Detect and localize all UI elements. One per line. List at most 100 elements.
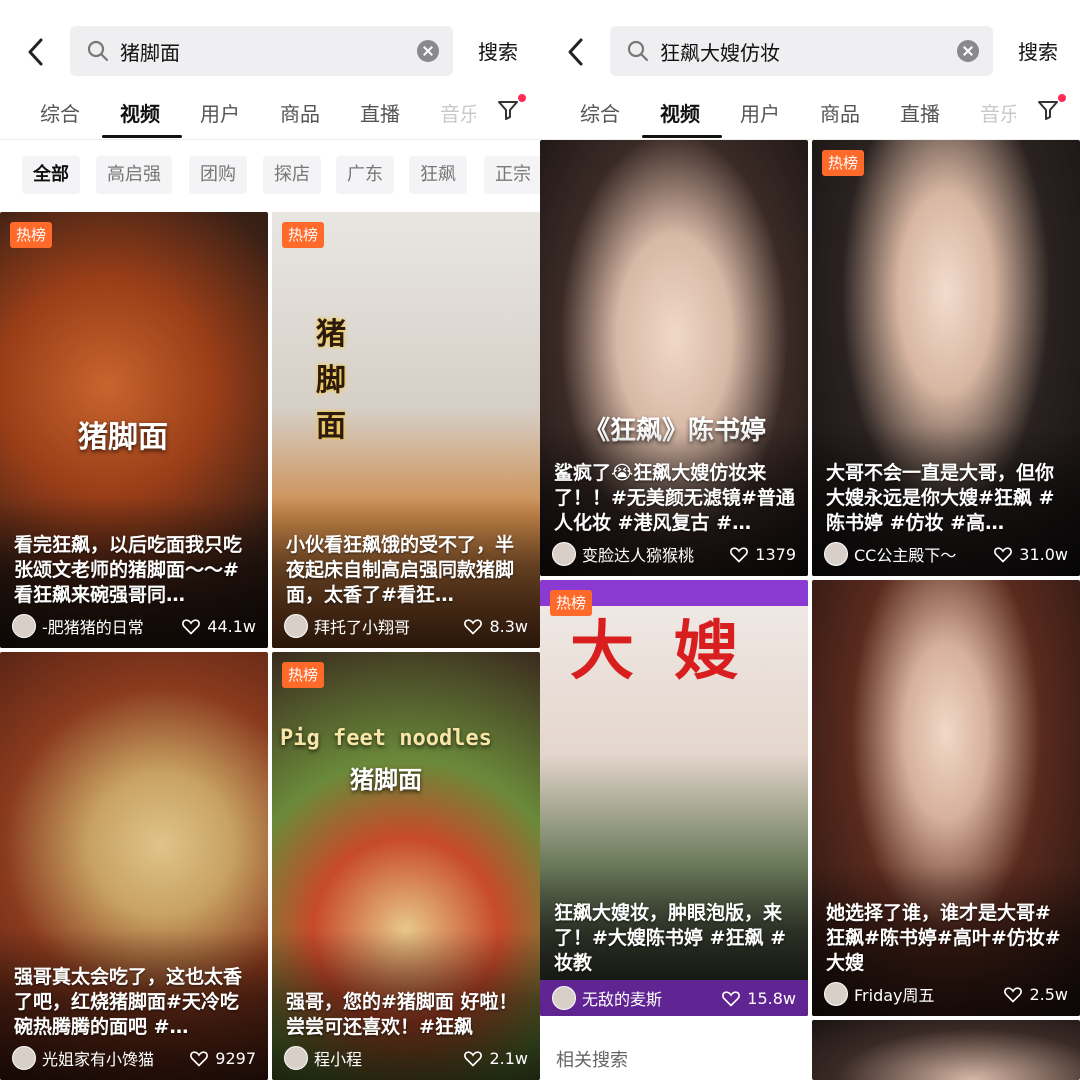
like-count: 15.8w xyxy=(747,988,796,1008)
like-count: 2.1w xyxy=(489,1048,528,1068)
video-caption: 她选择了谁，谁才是大哥#狂飙#陈书婷#高叶#仿妆#大嫂 xyxy=(826,902,1061,974)
chip-guangdong[interactable]: 广东 xyxy=(336,156,394,194)
author-name[interactable]: 无敌的麦斯 xyxy=(582,986,721,1010)
video-meta: 无敌的麦斯 15.8w xyxy=(540,980,808,1016)
like-count: 44.1w xyxy=(207,616,256,636)
video-card[interactable]: Pig feet noodles 猪脚面 热榜 强哥，您的#猪脚面 好啦！尝尝可… xyxy=(272,652,540,1080)
video-caption: 鲨疯了😭狂飙大嫂仿妆来了！！#无美颜无滤镜#普通人化妆 #港风复古 #… xyxy=(554,462,795,534)
video-card[interactable]: 她选择了谁，谁才是大哥#狂飙#陈书婷#高叶#仿妆#大嫂 Friday周五 2.5… xyxy=(812,580,1080,1016)
tab-video[interactable]: 视频 xyxy=(660,98,700,127)
filter-icon[interactable] xyxy=(496,94,526,126)
heart-icon[interactable] xyxy=(993,544,1013,564)
tab-video[interactable]: 视频 xyxy=(120,98,160,127)
video-card[interactable]: 《狂飙》陈书婷 鲨疯了😭狂飙大嫂仿妆来了！！#无美颜无滤镜#普通人化妆 #港风复… xyxy=(540,140,808,576)
heart-icon[interactable] xyxy=(729,544,749,564)
related-searches: 相关搜索 xyxy=(540,1020,810,1080)
search-query[interactable]: 狂飙大嫂仿妆 xyxy=(660,37,957,66)
video-card[interactable]: 强哥真太会吃了，这也太香了吧，红烧猪脚面#天冷吃碗热腾腾的面吧 #… 光姐家有小… xyxy=(0,652,268,1080)
author-name[interactable]: 拜托了小翔哥 xyxy=(314,614,463,638)
clear-icon[interactable] xyxy=(417,40,439,62)
heart-icon[interactable] xyxy=(1003,984,1023,1004)
filter-chips: 全部 高启强 团购 探店 广东 狂飙 正宗 xyxy=(0,156,540,196)
author-name[interactable]: 变脸达人猕猴桃 xyxy=(582,542,729,566)
video-card[interactable]: 大嫂 热榜 狂飙大嫂妆，肿眼泡版，来了！#大嫂陈书婷 #狂飙 #妆教 无敌的麦斯… xyxy=(540,580,808,1016)
video-caption: 强哥真太会吃了，这也太香了吧，红烧猪脚面#天冷吃碗热腾腾的面吧 #… xyxy=(14,966,243,1038)
notification-dot xyxy=(1058,94,1066,102)
author-name[interactable]: Friday周五 xyxy=(854,982,1003,1006)
thumbnail-subtitle: 猪脚面 xyxy=(350,766,422,794)
tab-users[interactable]: 用户 xyxy=(740,98,780,127)
result-tabs: 综合 视频 用户 商品 直播 音乐 xyxy=(540,90,1080,140)
chip-kuangbiao[interactable]: 狂飙 xyxy=(409,156,467,194)
tab-music[interactable]: 音乐 xyxy=(980,98,1016,127)
like-count: 9297 xyxy=(215,1048,256,1068)
video-card[interactable]: 猪脚面 热榜 小伙看狂飙饿的受不了，半夜起床自制高启强同款猪脚面，太香了#看狂…… xyxy=(272,212,540,648)
author-name[interactable]: -肥猪猪的日常 xyxy=(42,614,181,638)
search-query[interactable]: 猪脚面 xyxy=(120,37,417,66)
active-tab-indicator xyxy=(102,135,182,138)
tab-comprehensive[interactable]: 综合 xyxy=(40,98,80,127)
tab-products[interactable]: 商品 xyxy=(280,98,320,127)
back-arrow-icon[interactable] xyxy=(20,34,52,70)
avatar[interactable] xyxy=(284,1046,308,1070)
video-meta: Friday周五 2.5w xyxy=(824,980,1068,1008)
avatar[interactable] xyxy=(824,542,848,566)
video-caption: 强哥，您的#猪脚面 好啦！尝尝可还喜欢！#狂飙 xyxy=(286,991,518,1038)
video-caption: 大哥不会一直是大哥，但你大嫂永远是你大嫂#狂飙 #陈书婷 #仿妆 #高… xyxy=(826,462,1055,534)
tab-products[interactable]: 商品 xyxy=(820,98,860,127)
hot-badge: 热榜 xyxy=(822,150,865,176)
related-searches-label: 相关搜索 xyxy=(556,1050,628,1071)
chip-group-buy[interactable]: 团购 xyxy=(189,156,247,194)
heart-icon[interactable] xyxy=(181,616,201,636)
tab-live[interactable]: 直播 xyxy=(360,98,400,127)
avatar[interactable] xyxy=(12,614,36,638)
avatar[interactable] xyxy=(824,982,848,1006)
hot-badge: 热榜 xyxy=(282,222,325,248)
search-results-screen-right: 狂飙大嫂仿妆 搜索 综合 视频 用户 商品 直播 音乐 《狂飙》陈书婷 鲨疯了😭… xyxy=(540,0,1080,1080)
video-meta: 变脸达人猕猴桃 1379 xyxy=(552,540,796,568)
heart-icon[interactable] xyxy=(721,988,741,1008)
heart-icon[interactable] xyxy=(463,616,483,636)
chip-gaoqiqiang[interactable]: 高启强 xyxy=(96,156,172,194)
search-header: 狂飙大嫂仿妆 搜索 xyxy=(540,0,1080,100)
search-button[interactable]: 搜索 xyxy=(478,36,518,65)
chip-all[interactable]: 全部 xyxy=(22,156,80,194)
avatar[interactable] xyxy=(552,542,576,566)
author-name[interactable]: 光姐家有小馋猫 xyxy=(42,1046,189,1070)
author-name[interactable]: CC公主殿下～ xyxy=(854,542,993,566)
heart-icon[interactable] xyxy=(463,1048,483,1068)
video-caption: 看完狂飙，以后吃面我只吃张颂文老师的猪脚面～～#看狂飙来碗强哥同… xyxy=(14,534,243,606)
video-card[interactable] xyxy=(812,1020,1080,1080)
tab-live[interactable]: 直播 xyxy=(900,98,940,127)
avatar[interactable] xyxy=(284,614,308,638)
video-caption: 狂飙大嫂妆，肿眼泡版，来了！#大嫂陈书婷 #狂飙 #妆教 xyxy=(554,902,786,974)
clear-icon[interactable] xyxy=(957,40,979,62)
thumbnail-title: 猪脚面 xyxy=(78,420,168,455)
video-meta: 程小程 2.1w xyxy=(284,1044,528,1072)
search-input[interactable]: 狂飙大嫂仿妆 xyxy=(610,26,993,76)
avatar[interactable] xyxy=(12,1046,36,1070)
avatar[interactable] xyxy=(552,986,576,1010)
heart-icon[interactable] xyxy=(189,1048,209,1068)
chip-store-visit[interactable]: 探店 xyxy=(263,156,321,194)
video-meta: 拜托了小翔哥 8.3w xyxy=(284,612,528,640)
filter-icon[interactable] xyxy=(1036,94,1066,126)
tab-comprehensive[interactable]: 综合 xyxy=(580,98,620,127)
author-name[interactable]: 程小程 xyxy=(314,1046,463,1070)
search-icon xyxy=(87,40,109,62)
video-card[interactable]: 热榜 大哥不会一直是大哥，但你大嫂永远是你大嫂#狂飙 #陈书婷 #仿妆 #高… … xyxy=(812,140,1080,576)
chip-authentic[interactable]: 正宗 xyxy=(484,156,540,194)
search-button[interactable]: 搜索 xyxy=(1018,36,1058,65)
like-count: 2.5w xyxy=(1029,984,1068,1004)
video-card[interactable]: 猪脚面 热榜 看完狂飙，以后吃面我只吃张颂文老师的猪脚面～～#看狂飙来碗强哥同…… xyxy=(0,212,268,648)
thumbnail-title: 大嫂 xyxy=(570,615,778,689)
hot-badge: 热榜 xyxy=(10,222,53,248)
hot-badge: 热榜 xyxy=(282,662,325,688)
thumbnail-title: Pig feet noodles xyxy=(280,726,492,751)
search-input[interactable]: 猪脚面 xyxy=(70,26,453,76)
like-count: 1379 xyxy=(755,544,796,564)
back-arrow-icon[interactable] xyxy=(560,34,592,70)
like-count: 31.0w xyxy=(1019,544,1068,564)
tab-music[interactable]: 音乐 xyxy=(440,98,476,127)
tab-users[interactable]: 用户 xyxy=(200,98,240,127)
